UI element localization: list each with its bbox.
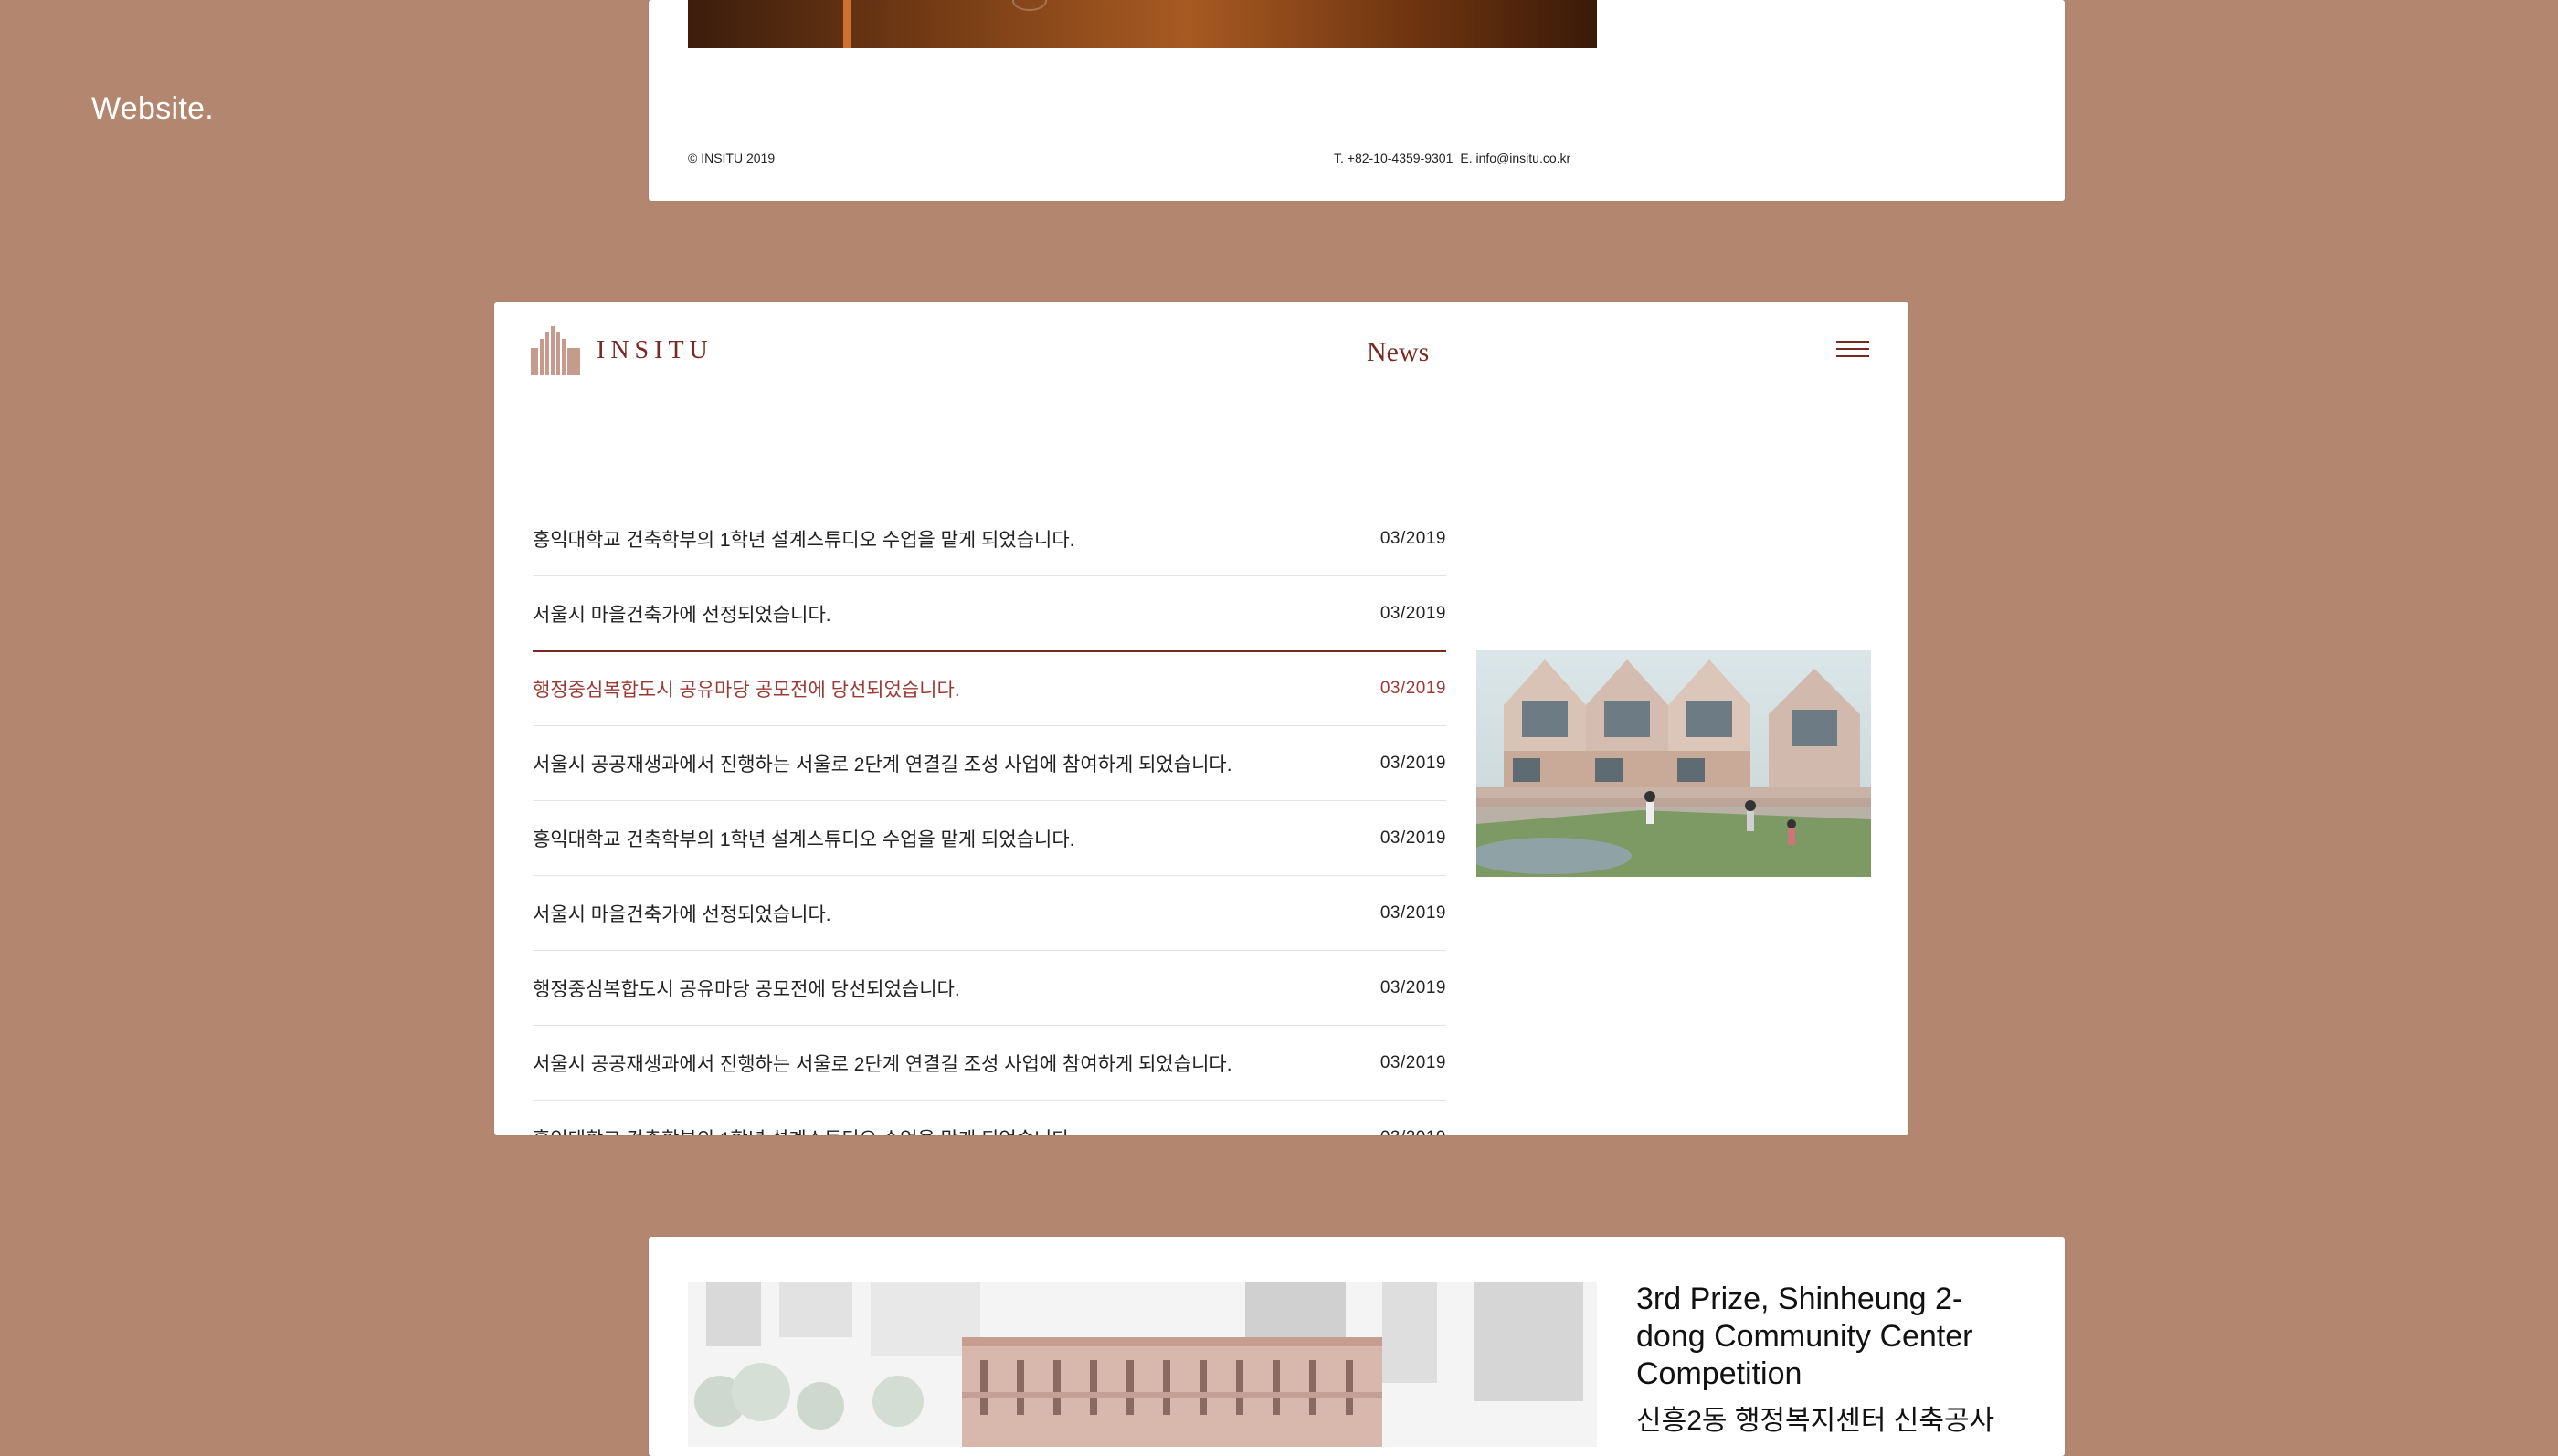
news-item-date: 03/2019 (1379, 528, 1446, 548)
news-item-date: 03/2019 (1379, 902, 1446, 923)
news-item-title: 행정중심복합도시 공유마당 공모전에 당선되었습니다. (533, 680, 960, 701)
news-item-title: 서울시 마을건축가에 선정되었습니다. (533, 903, 831, 925)
section-label: Website. (91, 91, 215, 126)
news-item-title: 홍익대학교 건축학부의 1학년 설계스튜디오 수업을 맡게 되었습니다. (533, 1124, 1074, 1136)
news-item-title: 홍익대학교 건축학부의 1학년 설계스튜디오 수업을 맡게 되었습니다. (533, 828, 1075, 850)
news-item[interactable]: 서울시 공공재생과에서 진행하는 서울로 2단계 연결길 조성 사업에 참여하게… (533, 1026, 1446, 1101)
footer-phone: T. +82-10-4359-9301 (1334, 151, 1453, 165)
news-item[interactable]: 행정중심복합도시 공유마당 공모전에 당선되었습니다. 03/2019 (533, 951, 1446, 1026)
news-item-title: 서울시 마을건축가에 선정되었습니다. (533, 604, 831, 626)
hamburger-menu-icon[interactable] (1836, 341, 1869, 361)
news-item[interactable]: 서울시 공공재생과에서 진행하는 서울로 2단계 연결길 조성 사업에 참여하게… (533, 726, 1446, 801)
news-item-date: 03/2019 (1379, 679, 1446, 698)
logo-text: INSITU (597, 336, 713, 364)
news-item[interactable]: 홍익대학교 건축학부의 1학년 설계스튜디오 수업을 맡게 되었습니다. 03/2… (533, 501, 1446, 576)
site-logo[interactable]: INSITU (531, 326, 713, 375)
news-item-title: 홍익대학교 건축학부의 1학년 설계스튜디오 수업을 맡게 되었습니다. (533, 529, 1075, 551)
news-list: 홍익대학교 건축학부의 1학년 설계스튜디오 수업을 맡게 되었습니다. 03/2… (533, 501, 1446, 1135)
news-item-date: 03/2019 (1379, 828, 1446, 848)
news-item[interactable]: 홍익대학교 건축학부의 1학년 설계스튜디오 수업을 맡게 되었습니다. 03/2… (533, 1101, 1446, 1136)
news-thumbnail-image[interactable] (1476, 650, 1871, 877)
project-photo[interactable] (688, 0, 1597, 48)
footer-contact: T. +82-10-4359-9301 E. info@insitu.co.kr (1334, 151, 1570, 165)
project-rendering-image[interactable] (688, 1282, 1597, 1447)
news-item-date: 03/2019 (1379, 603, 1446, 623)
news-item-date: 03/2019 (1379, 753, 1446, 773)
project-title-korean: 신흥2동 행정복지센터 신축공사 (1636, 1406, 1995, 1436)
footer-email[interactable]: E. info@insitu.co.kr (1460, 151, 1570, 165)
website-preview-card-news: INSITU News 홍익대학교 건축학부의 1학년 설계스튜디오 수업을 맡… (494, 302, 1908, 1135)
page-title: News (1367, 337, 1430, 367)
news-item-date: 03/2019 (1379, 977, 1446, 997)
news-item-title: 서울시 공공재생과에서 진행하는 서울로 2단계 연결길 조성 사업에 참여하게… (533, 1053, 1232, 1075)
news-item-title: 서울시 공공재생과에서 진행하는 서울로 2단계 연결길 조성 사업에 참여하게… (533, 754, 1232, 775)
footer-copyright: © INSITU 2019 (688, 151, 776, 165)
news-item-title: 행정중심복합도시 공유마당 공모전에 당선되었습니다. (533, 978, 960, 1000)
news-item-date: 03/2019 (1379, 1052, 1446, 1072)
insitu-logo-icon (531, 326, 580, 375)
project-title[interactable]: 3rd Prize, Shinheung 2-dong Community Ce… (1636, 1281, 2029, 1393)
news-item[interactable]: 서울시 마을건축가에 선정되었습니다. 03/2019 (533, 576, 1446, 651)
website-preview-card-footer: © INSITU 2019 T. +82-10-4359-9301 E. info… (649, 0, 2065, 201)
news-item[interactable]: 행정중심복합도시 공유마당 공모전에 당선되었습니다. 03/2019 (533, 650, 1446, 726)
news-item[interactable]: 서울시 마을건축가에 선정되었습니다. 03/2019 (533, 876, 1446, 951)
website-preview-card-project: 3rd Prize, Shinheung 2-dong Community Ce… (649, 1237, 2065, 1456)
news-item-date: 03/2019 (1380, 1128, 1446, 1136)
news-item[interactable]: 홍익대학교 건축학부의 1학년 설계스튜디오 수업을 맡게 되었습니다. 03/2… (533, 801, 1446, 876)
